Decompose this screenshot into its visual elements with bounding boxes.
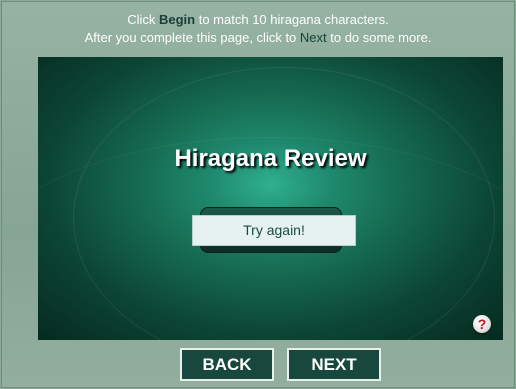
instruction-text: After you complete this page, click to bbox=[84, 30, 300, 45]
instruction-line-1: Click Begin to match 10 hiragana charact… bbox=[0, 11, 516, 29]
instruction-text: to do some more. bbox=[326, 30, 432, 45]
next-keyword: Next bbox=[299, 30, 327, 45]
instruction-text: to match 10 hiragana characters. bbox=[195, 12, 389, 27]
begin-keyword: Begin bbox=[158, 12, 196, 27]
try-again-button[interactable]: Try again! bbox=[192, 215, 356, 246]
next-button[interactable]: NEXT bbox=[287, 348, 381, 381]
instruction-text: Click bbox=[127, 12, 159, 27]
back-button[interactable]: BACK bbox=[180, 348, 274, 381]
instruction-line-2: After you complete this page, click to N… bbox=[0, 29, 516, 47]
review-stage: Hiragana Review Try again! ? bbox=[38, 57, 503, 340]
page-title: Hiragana Review bbox=[174, 145, 367, 172]
question-mark-icon[interactable]: ? bbox=[473, 315, 491, 333]
instructions: Click Begin to match 10 hiragana charact… bbox=[0, 11, 516, 47]
